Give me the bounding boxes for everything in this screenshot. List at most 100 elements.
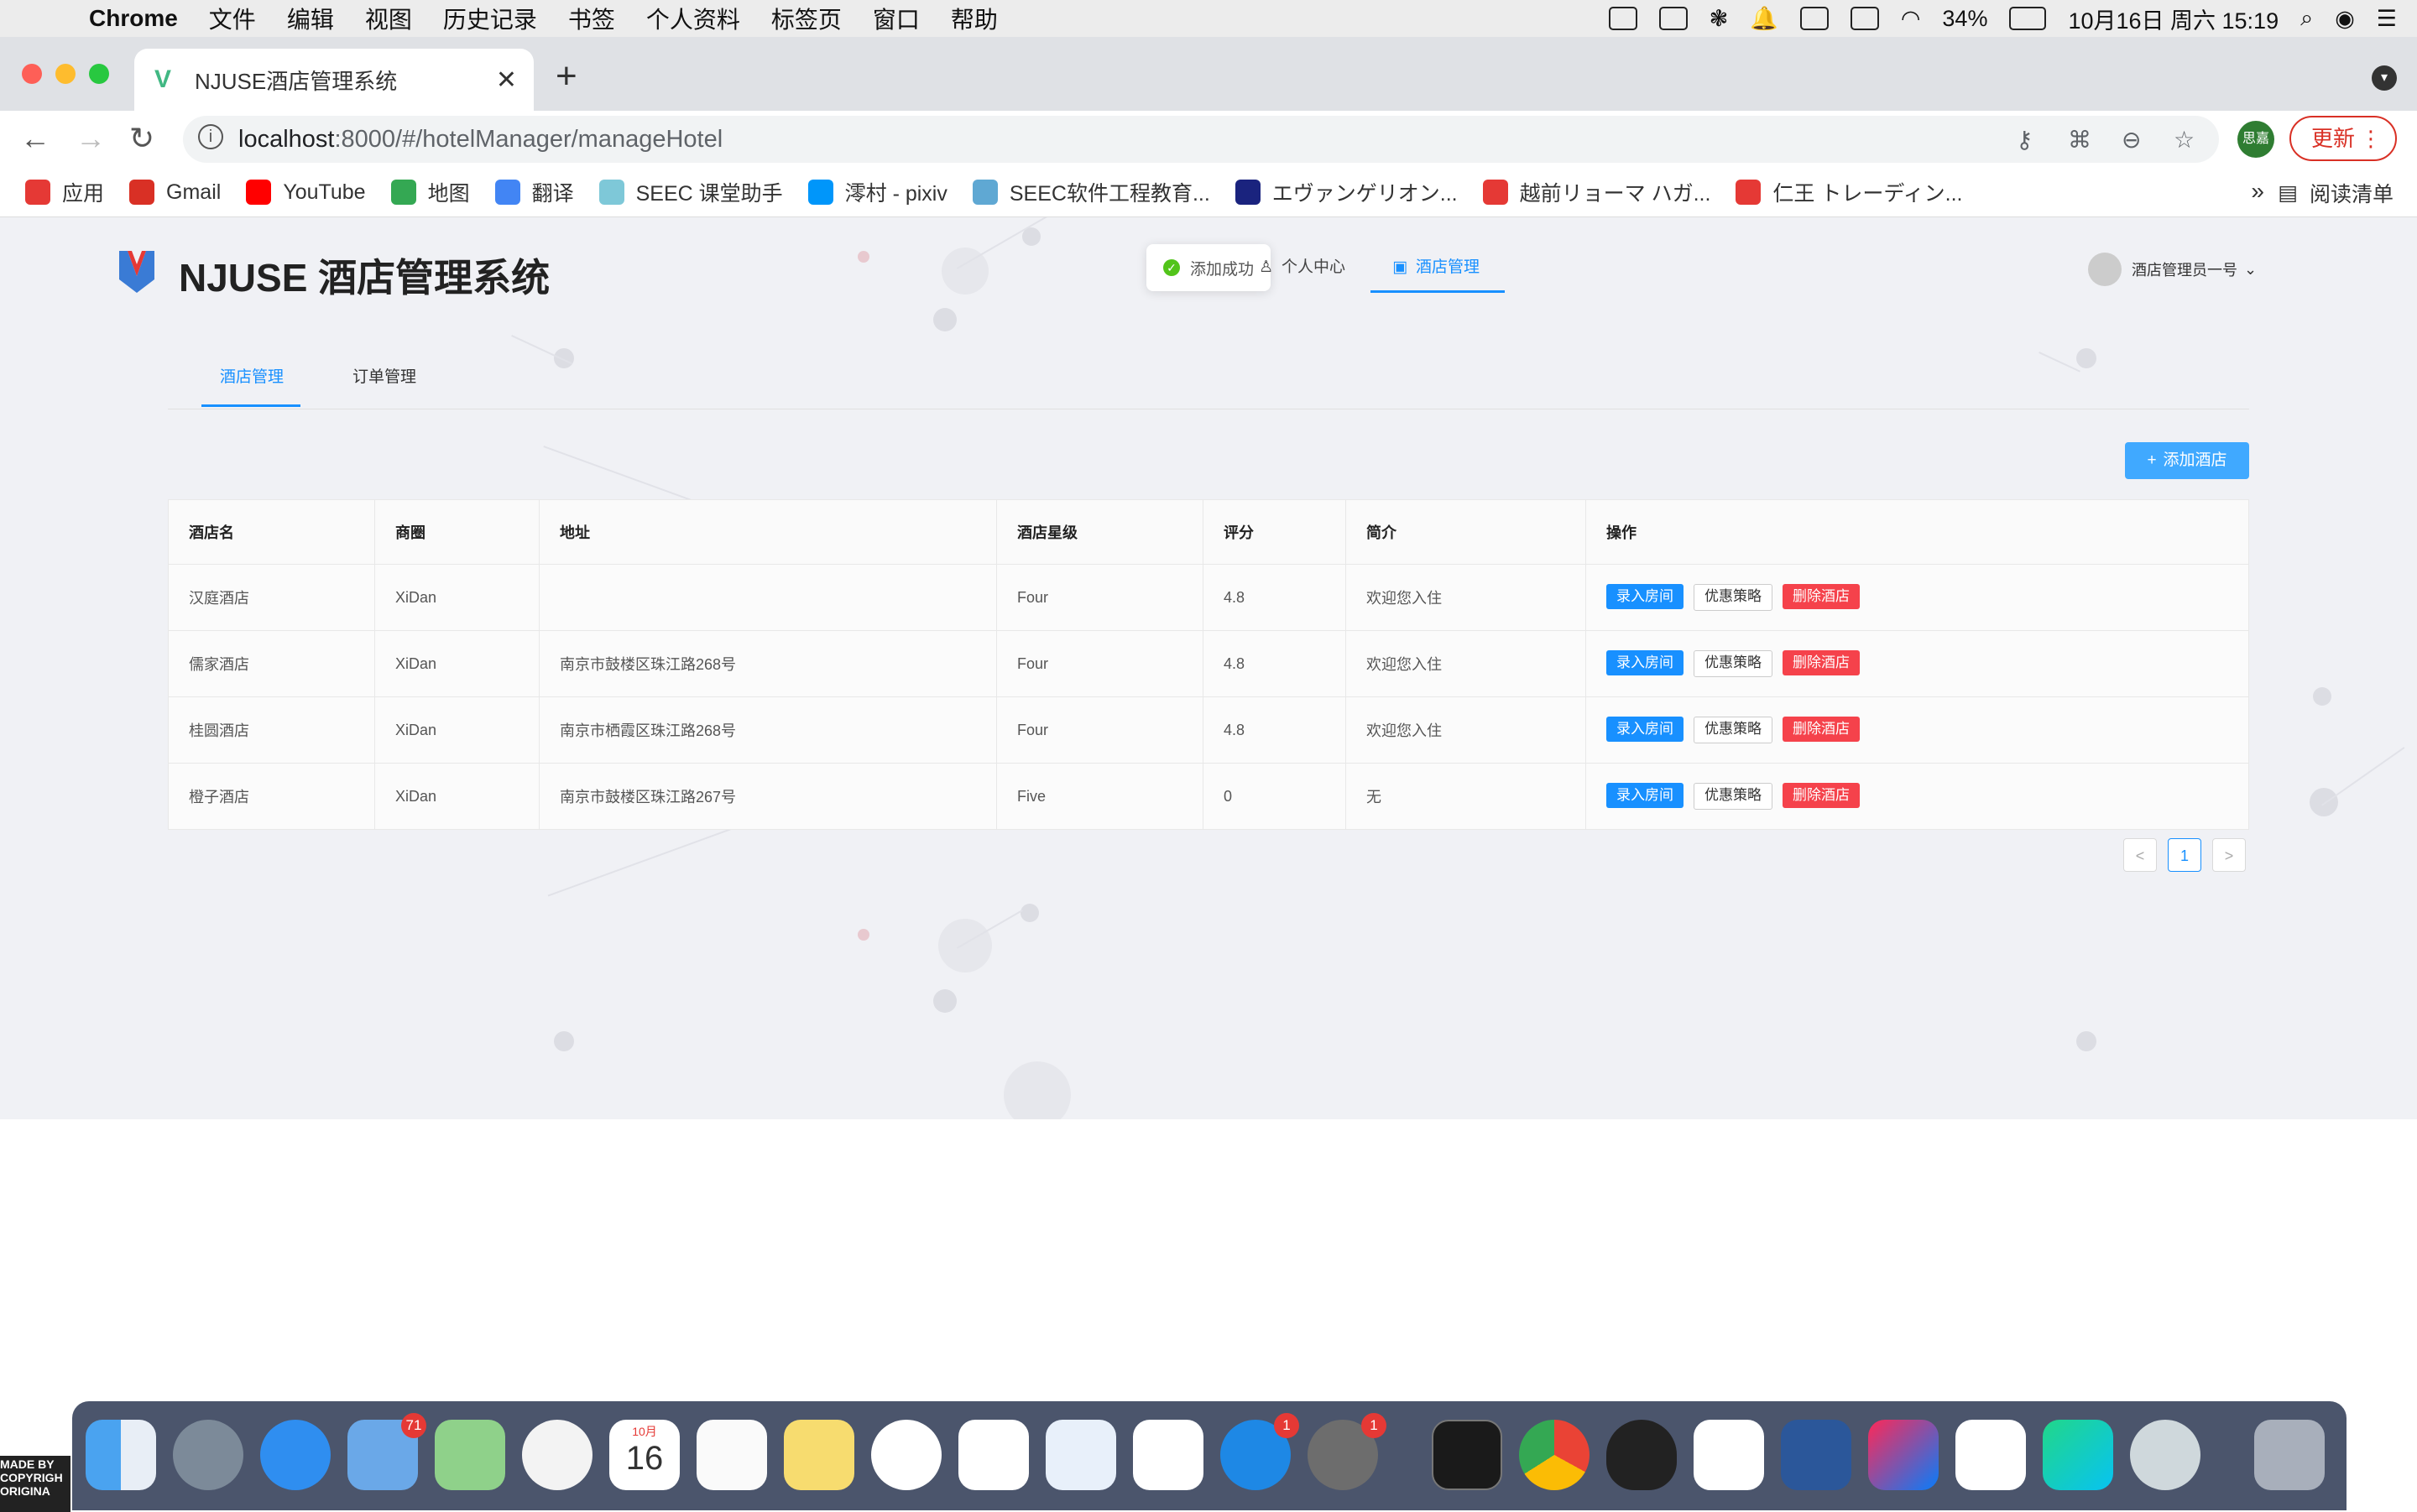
profile-avatar[interactable]: 思嘉: [2237, 121, 2274, 158]
add-room-button[interactable]: 录入房间: [1606, 650, 1684, 675]
calendar-icon[interactable]: 10月 16: [609, 1420, 680, 1490]
notification-bell-icon[interactable]: 🔔: [1750, 5, 1778, 32]
site-info-icon[interactable]: i: [198, 124, 223, 149]
nav-personal-center[interactable]: ♙ 个人中心: [1259, 254, 1345, 293]
webstorm-icon[interactable]: [2043, 1420, 2113, 1490]
system-preferences-icon[interactable]: 1: [1308, 1413, 1386, 1490]
translate-icon[interactable]: ⌘: [2068, 126, 2091, 154]
delete-hotel-button[interactable]: 删除酒店: [1783, 584, 1860, 609]
coupon-strategy-button[interactable]: 优惠策略: [1694, 584, 1772, 611]
menu-file[interactable]: 文件: [209, 2, 256, 35]
safari-icon[interactable]: [260, 1420, 331, 1490]
wps-status-icon[interactable]: [1658, 7, 1688, 30]
mail-icon[interactable]: 71: [347, 1413, 426, 1490]
reading-list-button[interactable]: ▤ 阅读清单: [2278, 178, 2394, 208]
menu-window[interactable]: 窗口: [873, 2, 920, 35]
coupon-strategy-button[interactable]: 优惠策略: [1694, 650, 1772, 677]
bookmark-seec-education[interactable]: SEEC软件工程教育...: [972, 177, 1210, 207]
finder-icon[interactable]: [86, 1420, 156, 1490]
spotlight-search-icon[interactable]: ⌕: [2300, 5, 2313, 32]
reload-icon[interactable]: ↻: [129, 121, 154, 156]
zoom-window-button[interactable]: [89, 64, 109, 84]
bookmark-pixiv[interactable]: 澪村 - pixiv: [807, 177, 947, 207]
trash-icon[interactable]: [2254, 1420, 2325, 1490]
display-icon[interactable]: [1799, 7, 1829, 30]
user-dropdown[interactable]: 酒店管理员一号 ⌄: [2088, 253, 2257, 286]
forward-icon[interactable]: →: [76, 121, 106, 156]
bookmark-niou[interactable]: 仁王 トレーディン...: [1736, 177, 1962, 207]
control-center-icon[interactable]: ☰: [2377, 6, 2397, 32]
keynote-icon[interactable]: [1046, 1420, 1116, 1490]
bookmark-evangelion[interactable]: エヴァンゲリオン...: [1235, 177, 1458, 207]
bookmark-translate[interactable]: 翻译: [494, 177, 574, 207]
more-menu-icon[interactable]: ⋮: [2360, 117, 2382, 159]
tab-order-management[interactable]: 订单管理: [352, 365, 416, 407]
delete-hotel-button[interactable]: 删除酒店: [1783, 717, 1860, 742]
word-icon[interactable]: [1781, 1420, 1851, 1490]
zoom-out-icon[interactable]: ⊖: [2122, 126, 2141, 154]
music-icon[interactable]: [871, 1420, 942, 1490]
datetime[interactable]: 10月16日 周六 15:19: [2068, 3, 2279, 35]
bookmark-apps[interactable]: 应用: [25, 177, 104, 207]
notes-icon[interactable]: [784, 1420, 854, 1490]
terminal-icon[interactable]: [1432, 1420, 1502, 1490]
siri-icon[interactable]: ◉: [2335, 6, 2355, 32]
coupon-strategy-button[interactable]: 优惠策略: [1694, 717, 1772, 743]
page-1-button[interactable]: 1: [2168, 838, 2201, 872]
add-room-button[interactable]: 录入房间: [1606, 783, 1684, 808]
delete-hotel-button[interactable]: 删除酒店: [1783, 650, 1860, 675]
app-store-icon[interactable]: 1: [1220, 1413, 1299, 1490]
chrome-icon[interactable]: [1519, 1420, 1590, 1490]
battery-icon[interactable]: [2009, 7, 2047, 30]
intellij-icon[interactable]: [1868, 1420, 1939, 1490]
status-app-icon-2[interactable]: ❃: [1710, 6, 1729, 32]
qq-icon[interactable]: [1606, 1420, 1677, 1490]
tab-search-icon[interactable]: ▾: [2372, 65, 2397, 91]
close-window-button[interactable]: [22, 64, 42, 84]
bookmark-star-icon[interactable]: ☆: [2174, 126, 2195, 154]
status-app-icon[interactable]: [1608, 7, 1637, 30]
mysql-dolphin-icon[interactable]: [2130, 1420, 2200, 1490]
add-room-button[interactable]: 录入房间: [1606, 584, 1684, 609]
close-tab-icon[interactable]: ✕: [496, 65, 517, 95]
prev-page-button[interactable]: <: [2123, 838, 2157, 872]
add-room-button[interactable]: 录入房间: [1606, 717, 1684, 742]
bookmark-youtube[interactable]: YouTube: [246, 180, 366, 205]
reminders-icon[interactable]: [697, 1420, 767, 1490]
menu-edit[interactable]: 编辑: [287, 2, 334, 35]
delete-hotel-button[interactable]: 删除酒店: [1783, 783, 1860, 808]
coupon-strategy-button[interactable]: 优惠策略: [1694, 783, 1772, 810]
numbers-icon[interactable]: [958, 1420, 1029, 1490]
maps-icon[interactable]: [435, 1420, 505, 1490]
url-text[interactable]: localhost:8000/#/hotelManager/manageHote…: [238, 126, 723, 154]
menu-profiles[interactable]: 个人资料: [646, 2, 740, 35]
pages-icon[interactable]: [1133, 1420, 1203, 1490]
address-bar[interactable]: i localhost:8000/#/hotelManager/manageHo…: [183, 116, 2219, 163]
tab-hotel-management[interactable]: 酒店管理: [201, 365, 300, 407]
update-button[interactable]: 更新 ⋮: [2289, 116, 2397, 161]
nav-hotel-management[interactable]: ▣ 酒店管理: [1370, 254, 1506, 293]
minimize-window-button[interactable]: [55, 64, 76, 84]
next-page-button[interactable]: >: [2212, 838, 2246, 872]
launchpad-icon[interactable]: [173, 1420, 243, 1490]
typora-icon[interactable]: [1955, 1420, 2026, 1490]
active-tab[interactable]: V NJUSE酒店管理系统 ✕: [134, 49, 534, 111]
new-tab-button[interactable]: +: [556, 55, 577, 97]
bookmark-maps[interactable]: 地图: [390, 177, 470, 207]
wps-icon[interactable]: [1694, 1420, 1764, 1490]
wifi-icon[interactable]: ◠: [1901, 6, 1921, 32]
password-key-icon[interactable]: ⚷: [2016, 126, 2033, 154]
bookmark-gmail[interactable]: Gmail: [129, 180, 221, 205]
add-hotel-button[interactable]: + 添加酒店: [2125, 442, 2249, 479]
menu-bookmarks[interactable]: 书签: [568, 2, 615, 35]
photos-icon[interactable]: [522, 1420, 593, 1490]
input-method-icon[interactable]: [1850, 7, 1879, 30]
menu-help[interactable]: 帮助: [951, 2, 998, 35]
back-icon[interactable]: ←: [20, 121, 50, 156]
menu-app-chrome[interactable]: Chrome: [89, 5, 178, 32]
bookmarks-overflow-button[interactable]: »: [2251, 178, 2264, 205]
menu-view[interactable]: 视图: [365, 2, 412, 35]
menu-tab[interactable]: 标签页: [771, 2, 842, 35]
bookmark-seec-assistant[interactable]: SEEC 课堂助手: [598, 177, 783, 207]
menu-history[interactable]: 历史记录: [443, 2, 537, 35]
